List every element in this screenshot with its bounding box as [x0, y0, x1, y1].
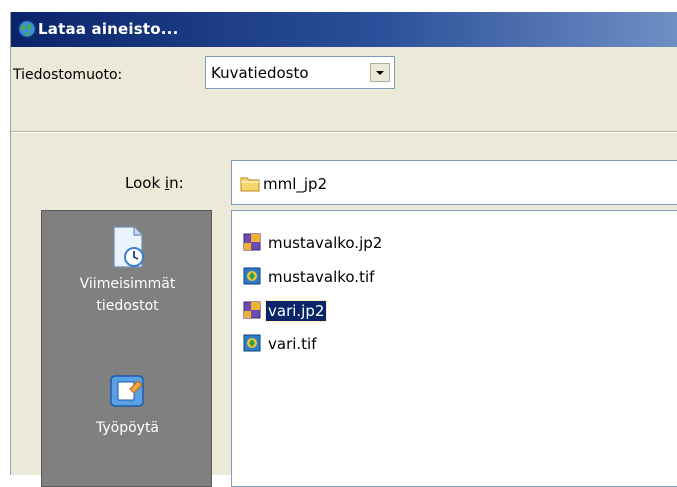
place-desktop[interactable]: Työpöytä [42, 371, 213, 439]
globe-icon [18, 20, 36, 38]
tif-file-icon [243, 334, 261, 352]
desktop-icon [109, 375, 144, 407]
separator [11, 131, 677, 133]
look-in-label: Look in: [125, 174, 184, 192]
file-type-label: Tiedostomuoto: [13, 67, 123, 83]
title-bar[interactable]: Lataa aineisto... [11, 12, 677, 47]
place-label: Työpöytä [95, 420, 160, 436]
file-list: mustavalko.jp2 mustavalko.tif vari.jp2 v… [231, 210, 677, 487]
chevron-down-icon [376, 71, 384, 75]
file-type-value: Kuvatiedosto [211, 64, 309, 82]
file-name: mustavalko.tif [268, 268, 375, 286]
look-in-combo[interactable]: mml_jp2 [231, 160, 677, 205]
file-name: vari.jp2 [264, 300, 328, 322]
window-title: Lataa aineisto... [38, 20, 179, 38]
look-in-folder: mml_jp2 [263, 175, 328, 193]
place-label: Viimeisimmät [79, 276, 176, 292]
tif-file-icon [243, 267, 261, 285]
file-name: vari.tif [268, 335, 317, 353]
file-type-dropdown[interactable]: Kuvatiedosto [205, 56, 395, 89]
recent-documents-icon [112, 226, 144, 268]
dropdown-arrow-button[interactable] [370, 63, 390, 82]
folder-icon [240, 177, 260, 192]
file-open-dialog: Lataa aineisto... Tiedostomuoto: Kuvatie… [10, 12, 677, 487]
place-recent-documents[interactable]: Viimeisimmät tiedostot [42, 225, 213, 317]
place-label: tiedostot [96, 298, 159, 314]
places-bar: Viimeisimmät tiedostot Työpöytä [41, 210, 212, 487]
jp2-file-icon [243, 233, 261, 251]
jp2-file-icon [243, 301, 261, 319]
file-name: mustavalko.jp2 [268, 234, 383, 252]
